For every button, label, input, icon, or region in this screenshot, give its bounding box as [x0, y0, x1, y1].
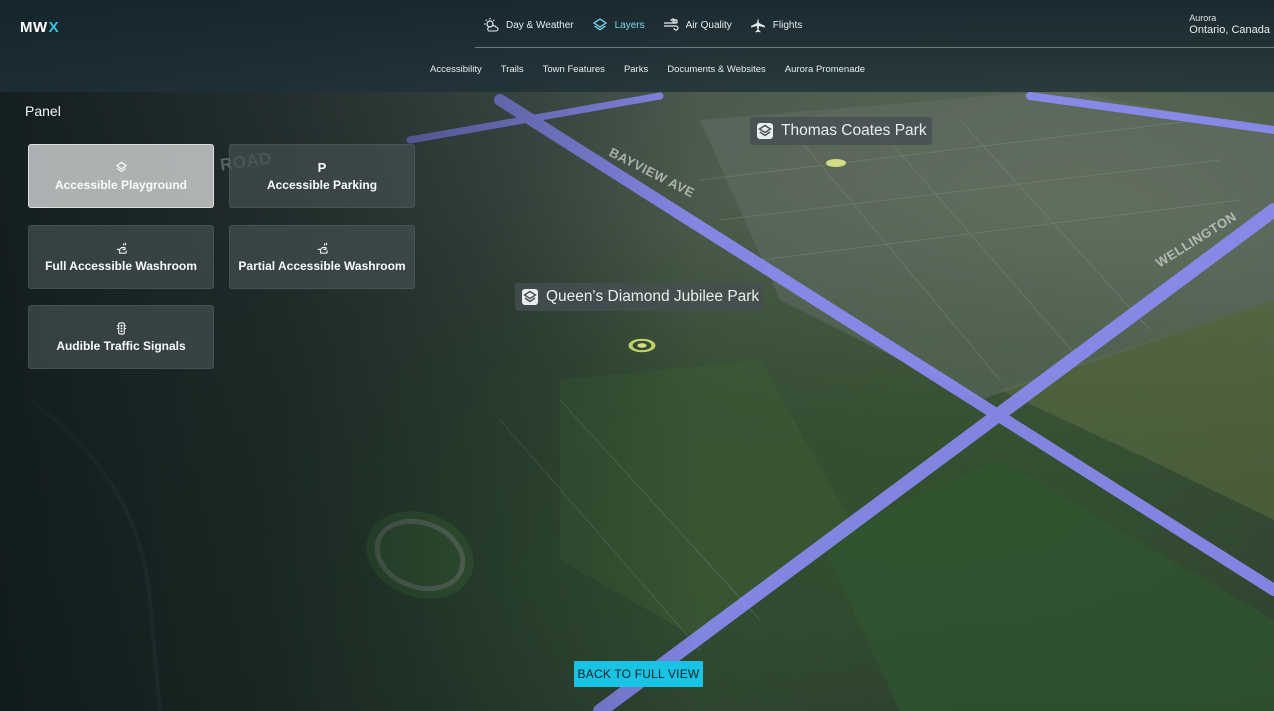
panel-title: Panel — [25, 103, 61, 119]
subnav-aurora-promenade[interactable]: Aurora Promenade — [785, 64, 865, 78]
nav-layers[interactable]: Layers — [592, 17, 645, 33]
playground-marker[interactable] — [625, 337, 659, 354]
tile-partial-accessible-washroom[interactable]: Partial Accessible Washroom — [229, 225, 415, 289]
sub-nav: Accessibility Trails Town Features Parks… — [430, 64, 865, 78]
hand-wash-icon — [317, 242, 328, 254]
tile-audible-traffic-signals[interactable]: Audible Traffic Signals — [28, 305, 214, 369]
main-nav: Day & Weather Layers Air Quality Flights — [483, 15, 802, 35]
wind-icon — [663, 18, 679, 31]
nav-day-weather[interactable]: Day & Weather — [483, 17, 574, 33]
tile-accessible-parking[interactable]: P Accessible Parking — [229, 144, 415, 208]
logo-text: MW — [20, 18, 48, 36]
sun-cloud-icon — [484, 18, 499, 32]
nav-divider — [475, 47, 1274, 48]
tile-label: Accessible Parking — [266, 178, 378, 192]
layers-icon — [757, 123, 773, 139]
logo[interactable]: MW X — [20, 18, 59, 36]
subnav-parks[interactable]: Parks — [624, 64, 648, 78]
location: Aurora Ontario, Canada — [1189, 13, 1270, 37]
nav-label: Day & Weather — [506, 19, 574, 31]
park-label-queens-diamond-jubilee[interactable]: Queen's Diamond Jubilee Park — [515, 283, 765, 311]
tile-label: Accessible Playground — [54, 178, 188, 192]
subnav-trails[interactable]: Trails — [501, 64, 524, 78]
layers-icon — [115, 161, 127, 172]
location-region: Ontario, Canada — [1189, 23, 1270, 36]
nav-label: Layers — [614, 19, 645, 31]
subnav-town-features[interactable]: Town Features — [543, 64, 605, 78]
nav-air-quality[interactable]: Air Quality — [663, 17, 732, 33]
top-bar — [0, 0, 1274, 92]
nav-label: Flights — [772, 19, 803, 31]
park-label-text: Thomas Coates Park — [781, 122, 927, 139]
plane-icon — [750, 18, 765, 33]
logo-accent: X — [48, 18, 60, 36]
layers-icon — [522, 289, 538, 305]
subnav-accessibility[interactable]: Accessibility — [430, 64, 482, 78]
playground-marker[interactable] — [826, 159, 846, 167]
back-to-full-view-button[interactable]: BACK TO FULL VIEW — [574, 661, 703, 687]
subnav-documents-websites[interactable]: Documents & Websites — [667, 64, 766, 78]
park-label-text: Queen's Diamond Jubilee Park — [546, 288, 760, 305]
tile-full-accessible-washroom[interactable]: Full Accessible Washroom — [28, 225, 214, 289]
tile-label: Partial Accessible Washroom — [238, 259, 406, 273]
tile-label: Full Accessible Washroom — [45, 259, 197, 273]
tile-label: Audible Traffic Signals — [56, 339, 186, 353]
nav-label: Air Quality — [685, 19, 732, 31]
tile-accessible-playground[interactable]: Accessible Playground — [28, 144, 214, 208]
layers-icon — [592, 18, 607, 31]
hand-wash-icon — [116, 242, 127, 254]
nav-flights[interactable]: Flights — [750, 17, 802, 33]
traffic-light-icon — [116, 321, 126, 335]
location-city: Aurora — [1189, 13, 1217, 23]
park-label-thomas-coates[interactable]: Thomas Coates Park — [750, 117, 932, 145]
parking-icon: P — [317, 159, 327, 175]
